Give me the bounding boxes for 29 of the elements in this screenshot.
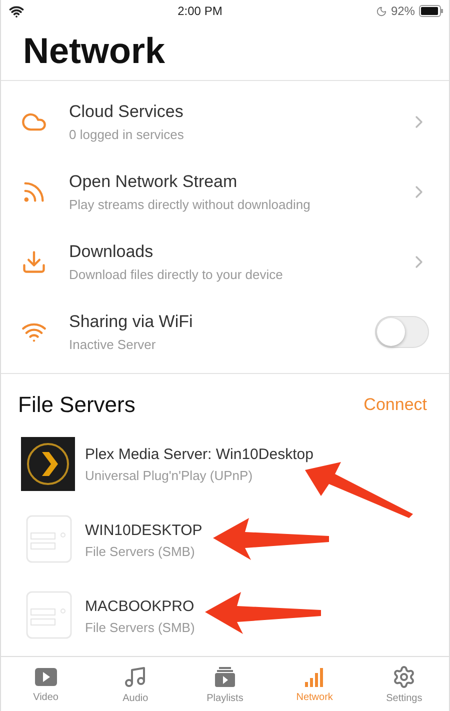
server-name[interactable]: WIN10DESKTOP xyxy=(85,522,429,538)
play-icon xyxy=(34,666,58,688)
menu-title[interactable]: Downloads xyxy=(69,242,387,262)
playlist-icon xyxy=(212,664,237,688)
menu-subtitle: Inactive Server xyxy=(69,337,157,352)
menu-title[interactable]: Sharing via WiFi xyxy=(69,312,353,332)
download-icon xyxy=(21,249,47,275)
wifi-signal-icon xyxy=(9,4,24,18)
status-time: 2:00 PM xyxy=(178,4,222,18)
signal-bars-icon xyxy=(304,666,326,688)
menu-title[interactable]: Cloud Services xyxy=(69,102,387,122)
server-name[interactable]: MACBOOKPRO xyxy=(85,598,429,614)
battery-icon xyxy=(418,5,443,17)
page-title: Network xyxy=(1,22,449,81)
server-protocol: File Servers (SMB) xyxy=(85,620,196,634)
plex-logo-icon xyxy=(21,437,75,491)
toggle-switch[interactable] xyxy=(375,316,429,348)
server-name[interactable]: Plex Media Server: Win10Desktop xyxy=(85,446,429,462)
menu-subtitle: Download files directly to your device xyxy=(69,267,284,282)
moon-icon xyxy=(376,6,387,16)
settings-icon xyxy=(392,664,416,688)
music-icon xyxy=(123,664,148,688)
battery-percent: 92% xyxy=(390,4,415,18)
menu-title[interactable]: Open Network Stream xyxy=(69,172,387,192)
menu-subtitle: Play streams directly without downloading xyxy=(69,197,312,212)
section-title: File Servers xyxy=(18,392,136,418)
server-protocol: Universal Plug'n'Play (UPnP) xyxy=(85,468,254,482)
server-protocol: File Servers (SMB) xyxy=(85,544,196,558)
menu-subtitle: 0 logged in services xyxy=(69,127,185,142)
